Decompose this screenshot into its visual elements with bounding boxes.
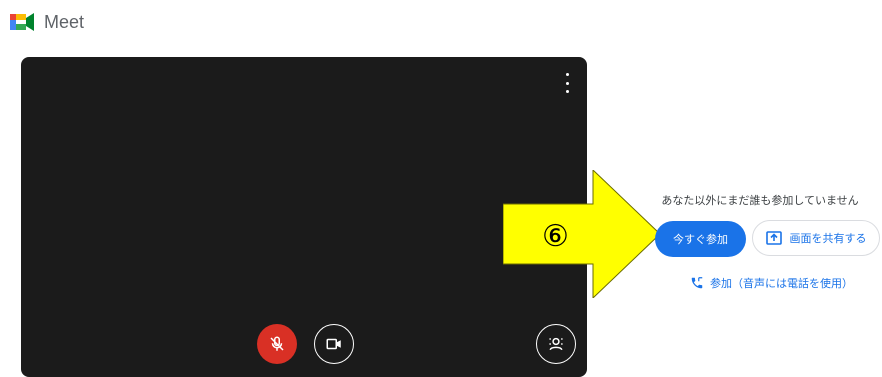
- present-button-label: 画面を共有する: [789, 232, 867, 245]
- app-title: Meet: [44, 11, 85, 32]
- effects-icon: [549, 337, 563, 351]
- annotation-number: ⑥: [542, 218, 569, 254]
- more-options-icon[interactable]: [561, 73, 573, 93]
- present-button[interactable]: 画面を共有する: [752, 220, 880, 256]
- join-by-phone-label: 参加（音声には電話を使用）: [710, 277, 853, 290]
- mic-toggle-button[interactable]: [257, 324, 297, 364]
- phone-icon: [691, 277, 703, 289]
- meet-logo-icon: [10, 13, 34, 31]
- app-header: Meet: [10, 8, 84, 36]
- camera-toggle-button[interactable]: [314, 324, 354, 364]
- mic-off-icon: [270, 336, 284, 351]
- present-icon: [765, 231, 782, 245]
- participants-status: あなた以外にまだ誰も参加していません: [661, 194, 859, 207]
- camera-icon: [326, 338, 341, 350]
- visual-effects-button[interactable]: [536, 324, 576, 364]
- join-by-phone-link[interactable]: 参加（音声には電話を使用）: [690, 275, 853, 291]
- join-now-button[interactable]: 今すぐ参加: [655, 221, 746, 257]
